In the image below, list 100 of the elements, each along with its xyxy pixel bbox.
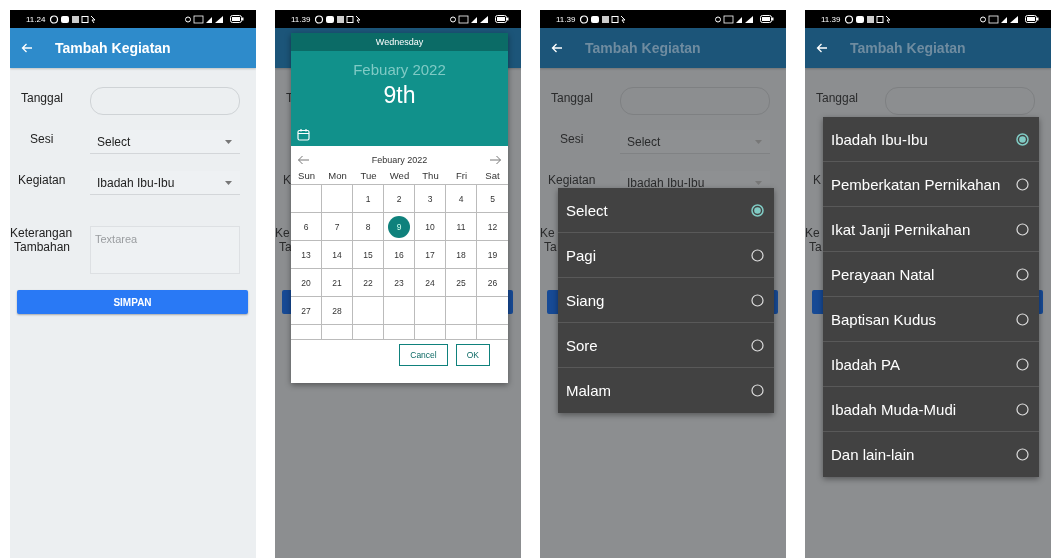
option-item[interactable]: Malam — [558, 368, 774, 413]
option-item[interactable]: Sore — [558, 323, 774, 368]
save-button[interactable]: SIMPAN — [17, 290, 248, 314]
day-number[interactable]: 25 — [450, 271, 472, 294]
day-number[interactable]: 20 — [295, 271, 317, 294]
weekday-label: Tue — [359, 170, 378, 181]
caret-icon — [755, 139, 762, 144]
calendar-cell — [446, 325, 477, 340]
radio-icon[interactable] — [1016, 402, 1029, 416]
day-number[interactable]: 9 — [388, 215, 410, 238]
radio-icon[interactable] — [751, 384, 764, 397]
option-item[interactable]: Pagi — [558, 233, 774, 278]
day-number[interactable]: 21 — [326, 271, 348, 294]
status-time: 11.39 — [821, 14, 841, 24]
radio-icon[interactable] — [1016, 312, 1029, 326]
radio-icon[interactable] — [1016, 357, 1029, 371]
day-number[interactable]: 26 — [481, 271, 504, 294]
day-number[interactable]: 10 — [419, 215, 441, 238]
option-item[interactable]: Dan lain-lain — [823, 432, 1039, 477]
option-item[interactable]: Siang — [558, 278, 774, 323]
option-label: Ibadah PA — [831, 355, 900, 373]
day-number[interactable]: 11 — [450, 215, 472, 238]
option-item[interactable]: Perayaan Natal — [823, 252, 1039, 297]
radio-icon[interactable] — [1016, 177, 1029, 191]
day-number[interactable]: 24 — [419, 271, 441, 294]
dialog-button[interactable]: Cancel — [399, 344, 448, 366]
day-number[interactable]: 17 — [419, 243, 441, 266]
notification-icons-drawing — [580, 14, 627, 24]
day-number[interactable]: 7 — [326, 215, 348, 238]
field-label: Keterangan — [10, 226, 73, 240]
option-item[interactable]: Pemberkatan Pernikahan — [823, 162, 1039, 207]
field-label: Ke — [805, 226, 820, 240]
radio-icon[interactable] — [1016, 448, 1029, 461]
day-number[interactable]: 16 — [388, 243, 410, 266]
day-number[interactable]: 12 — [481, 215, 504, 238]
option-item[interactable]: Ibadah Muda-Mudi — [823, 387, 1039, 432]
day-number[interactable]: 28 — [326, 299, 348, 322]
day-number[interactable]: 4 — [450, 187, 472, 210]
radio-selected-icon[interactable] — [1016, 132, 1029, 146]
option-label: Ibadah Ibu-Ibu — [831, 130, 928, 148]
weekday-label: Thu — [421, 170, 440, 181]
day-number[interactable]: 5 — [481, 187, 504, 210]
day-number[interactable]: 27 — [295, 299, 317, 322]
field-label: Tanggal — [815, 91, 859, 105]
battery-icon — [230, 15, 244, 23]
calendar-icon[interactable] — [297, 128, 310, 141]
day-number[interactable]: 1 — [357, 187, 379, 210]
calendar-cell — [384, 325, 415, 340]
radio-selected-icon[interactable] — [751, 203, 764, 217]
option-item[interactable]: Ikat Janji Pernikahan — [823, 207, 1039, 252]
option-item[interactable]: Select — [558, 188, 774, 233]
dialog-button[interactable]: OK — [455, 344, 490, 366]
radio-icon[interactable] — [751, 338, 764, 352]
back-arrow-icon[interactable] — [816, 43, 828, 53]
field-label: Ta — [543, 240, 557, 254]
radio-icon[interactable] — [1016, 267, 1029, 281]
notification-icons-drawing — [315, 14, 362, 24]
caret-icon — [225, 139, 232, 144]
option-label: Malam — [566, 382, 611, 399]
weekday-label: Wed — [388, 170, 411, 181]
placeholder-text: Textarea — [95, 233, 138, 245]
day-number[interactable]: 2 — [388, 187, 410, 210]
day-number[interactable]: 8 — [357, 215, 379, 238]
option-label: Dan lain-lain — [831, 446, 915, 463]
day-number[interactable]: 14 — [326, 243, 348, 266]
day-number[interactable]: 18 — [450, 243, 472, 266]
weekday-label: Fri — [454, 170, 469, 181]
signal-icon — [450, 14, 490, 24]
back-arrow-icon[interactable] — [21, 43, 33, 53]
field-label: K — [282, 173, 291, 187]
field-label: Sesi — [29, 132, 54, 146]
day-number[interactable]: 3 — [419, 187, 441, 210]
weekday-label: Sat — [484, 170, 501, 181]
day-number[interactable]: 13 — [295, 243, 317, 266]
weekday-label: Mon — [327, 170, 348, 181]
day-number[interactable]: 6 — [295, 215, 317, 238]
day-number[interactable]: 23 — [388, 271, 410, 294]
radio-icon[interactable] — [751, 293, 764, 307]
calendar-cell — [353, 325, 384, 340]
radio-icon[interactable] — [751, 248, 764, 262]
weekday-header: Wednesday — [291, 33, 508, 51]
day-number[interactable]: 15 — [357, 243, 379, 266]
back-arrow-icon[interactable] — [551, 43, 563, 53]
dropdown-value: Ibadah Ibu-Ibu — [627, 175, 705, 190]
field-label: Kegiatan — [17, 173, 66, 187]
field-label: Sesi — [559, 132, 584, 146]
caret-icon — [755, 180, 762, 185]
month-title: Febuary 2022 — [371, 154, 428, 165]
radio-icon[interactable] — [1016, 222, 1029, 236]
calendar-cell — [415, 325, 446, 340]
signal-icon — [185, 14, 225, 24]
battery-icon — [760, 15, 774, 23]
option-item[interactable]: Ibadah PA — [823, 342, 1039, 387]
selected-day-text: 9th — [383, 82, 416, 109]
option-item[interactable]: Baptisan Kudus — [823, 297, 1039, 342]
option-item[interactable]: Ibadah Ibu-Ibu — [823, 117, 1039, 162]
field-label: Kegiatan — [547, 173, 596, 187]
day-number[interactable]: 22 — [357, 271, 379, 294]
field-label: K — [812, 173, 821, 187]
day-number[interactable]: 19 — [481, 243, 504, 266]
